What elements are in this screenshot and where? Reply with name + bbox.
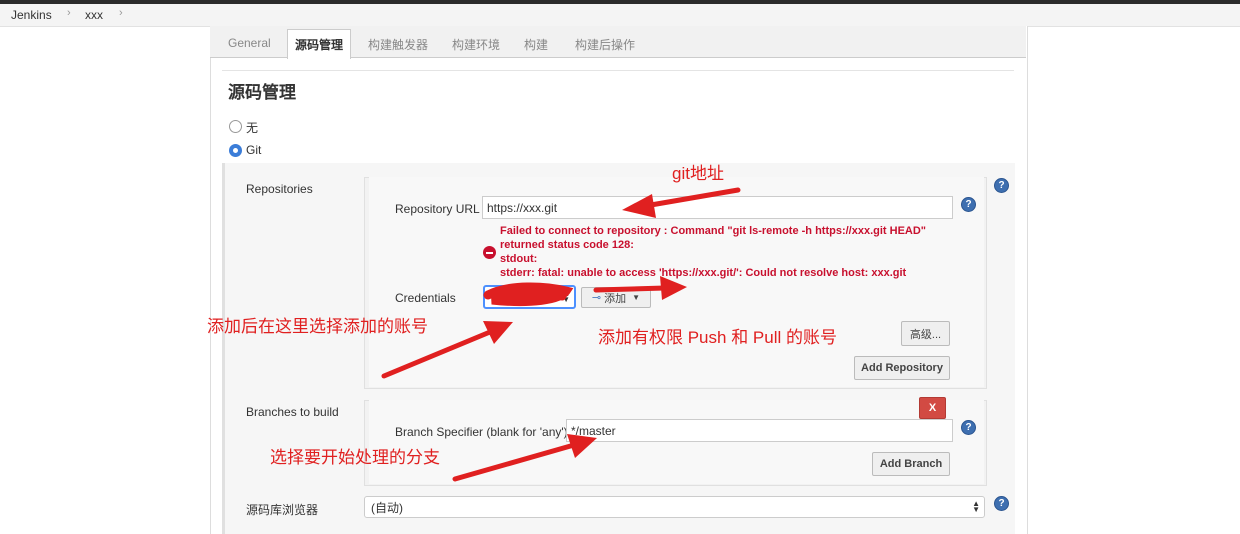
tab-build[interactable]: 构建 <box>524 36 548 53</box>
key-icon: ⊸ <box>591 292 602 304</box>
annotation-add-push-pull-account: 添加有权限 Push 和 Pull 的账号 <box>598 328 837 347</box>
branch-specifier-label: Branch Specifier (blank for 'any') <box>395 425 568 439</box>
add-repository-button[interactable]: Add Repository <box>854 356 950 380</box>
select-arrows-icon: ▲ ▼ <box>972 499 980 514</box>
breadcrumb-job[interactable]: xxx <box>85 8 103 22</box>
radio-none-label: 无 <box>246 121 259 135</box>
help-icon[interactable]: ? <box>994 178 1009 193</box>
caret-down-icon: ▼ <box>632 293 641 302</box>
annotation-select-branch: 选择要开始处理的分支 <box>270 448 440 467</box>
help-icon[interactable]: ? <box>994 496 1009 511</box>
repo-browser-select[interactable]: (自动) ▲ ▼ <box>364 496 985 518</box>
error-icon <box>483 246 496 259</box>
page-title: 源码管理 <box>228 83 296 102</box>
advanced-button[interactable]: 高级... <box>901 321 950 346</box>
chevron-right-icon: › <box>67 7 71 19</box>
error-message-line2: returned status code 128: <box>500 239 634 251</box>
error-message-line3: stdout: <box>500 253 538 265</box>
repo-url-label: Repository URL <box>395 202 480 216</box>
chevron-right-icon: › <box>119 7 123 19</box>
radio-git-label: Git <box>246 143 262 157</box>
delete-branch-button[interactable]: X <box>919 397 946 419</box>
section-divider <box>222 70 1014 71</box>
help-icon[interactable]: ? <box>961 197 976 212</box>
tab-source-code-management[interactable]: 源码管理 <box>287 29 351 59</box>
tab-general[interactable]: General <box>228 36 271 50</box>
repo-url-input[interactable]: https://xxx.git <box>482 196 953 219</box>
error-message-line4: stderr: fatal: unable to access 'https:/… <box>500 267 907 279</box>
radio-none[interactable] <box>229 120 242 133</box>
add-branch-button[interactable]: Add Branch <box>872 452 950 476</box>
branch-specifier-input[interactable]: */master <box>566 419 953 442</box>
tab-build-triggers[interactable]: 构建触发器 <box>368 36 428 53</box>
branches-label: Branches to build <box>246 405 339 419</box>
add-credentials-button[interactable]: ⊸ 添加 ▼ <box>581 287 651 308</box>
annotation-git-address: git地址 <box>672 164 724 183</box>
tab-build-environment[interactable]: 构建环境 <box>452 36 500 53</box>
tab-post-build[interactable]: 构建后操作 <box>575 36 635 53</box>
repositories-label: Repositories <box>246 182 313 196</box>
error-message-line1: Failed to connect to repository : Comman… <box>500 225 927 237</box>
radio-git[interactable] <box>229 144 242 157</box>
breadcrumb-jenkins[interactable]: Jenkins <box>11 8 52 22</box>
select-arrows-icon: ▲ ▼ <box>562 289 570 304</box>
credentials-label: Credentials <box>395 291 456 305</box>
repo-browser-value: (自动) <box>371 500 403 515</box>
annotation-select-added-account: 添加后在这里选择添加的账号 <box>207 317 428 336</box>
credentials-select[interactable]: ▲ ▼ <box>483 285 576 309</box>
help-icon[interactable]: ? <box>961 420 976 435</box>
repo-browser-label: 源码库浏览器 <box>246 503 319 517</box>
breadcrumb: Jenkins › xxx › <box>0 4 1240 27</box>
add-credentials-label: 添加 <box>604 292 627 305</box>
